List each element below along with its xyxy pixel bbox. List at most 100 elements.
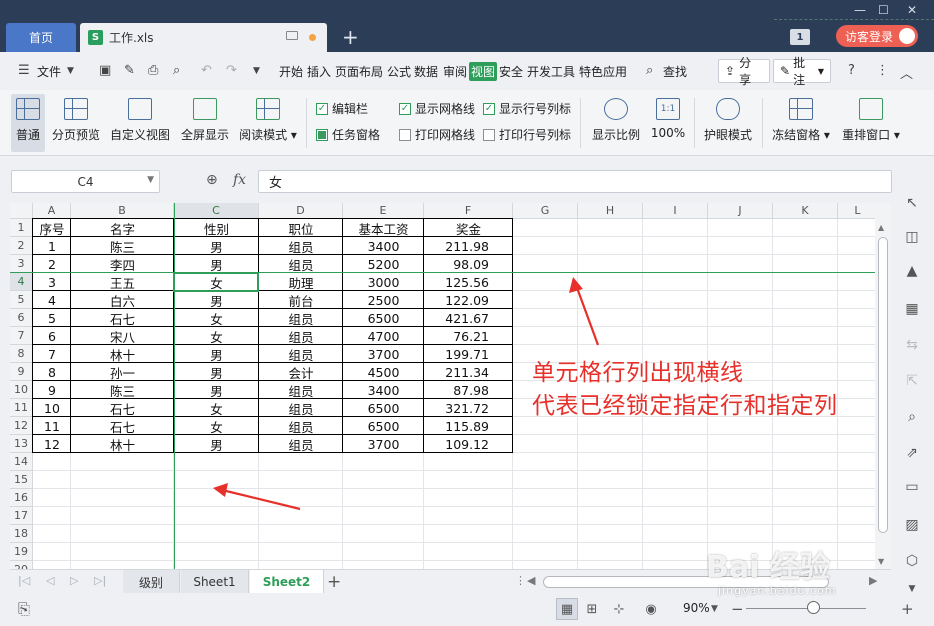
window-count-badge[interactable]: 1	[790, 29, 810, 45]
more-icon[interactable]: ⋮	[876, 63, 889, 78]
fx-icon[interactable]: fx	[233, 172, 246, 188]
page-break-preview-button[interactable]: 分页预览	[50, 94, 102, 152]
scroll-left-icon[interactable]: ◀	[527, 574, 535, 587]
zoom-slider-knob[interactable]	[807, 601, 820, 614]
menu-special[interactable]: 特色应用	[579, 63, 627, 80]
hscroll-handle-icon[interactable]: ⋮	[515, 574, 526, 587]
tab-home[interactable]: 首页	[6, 23, 76, 52]
worksheet-grid[interactable]: ABCDEFGHIJKL 1 2 3 4 5 6 7 8 9 10 11 12 13 14 15 16 17 18…	[10, 203, 891, 569]
hamburger-icon[interactable]: ☰	[18, 63, 30, 78]
zoom-slider-track[interactable]	[746, 608, 866, 609]
style-icon[interactable]: ▲	[903, 262, 921, 280]
more-chevron-icon[interactable]: ▼	[253, 66, 260, 76]
help-icon[interactable]: ?	[848, 63, 855, 78]
formula-input[interactable]: 女	[258, 170, 892, 193]
zoom-magnifier-icon[interactable]: ⊕	[206, 172, 218, 188]
export-icon[interactable]: ⇱	[903, 372, 921, 390]
name-box[interactable]: C4 ▼	[11, 170, 160, 193]
maximize-icon[interactable]: ☐	[878, 3, 889, 17]
arrange-windows-label: 重排窗口 ▾	[842, 128, 900, 142]
collapse-ribbon-icon[interactable]: ︿	[900, 63, 913, 82]
cursor-icon[interactable]: ↖	[903, 194, 921, 212]
image-icon[interactable]: ▨	[903, 516, 921, 534]
vertical-scrollbar[interactable]: ▲ ▼	[875, 203, 891, 569]
normal-view-button[interactable]: 普通	[11, 94, 45, 152]
zoom-in-icon[interactable]: +	[901, 600, 914, 618]
menu-formula[interactable]: 公式	[387, 63, 411, 80]
arrange-windows-button[interactable]: 重排窗口 ▾	[840, 94, 902, 152]
custom-view-button[interactable]: 自定义视图	[109, 94, 171, 152]
monitor-icon[interactable]	[286, 31, 298, 40]
menu-security[interactable]: 安全	[499, 63, 523, 80]
menu-start[interactable]: 开始	[279, 63, 303, 80]
search-icon[interactable]: ⌕	[646, 63, 653, 78]
first-sheet-icon[interactable]: |◁	[18, 574, 30, 587]
fullscreen-button[interactable]: 全屏显示	[179, 94, 231, 152]
minimize-icon[interactable]: —	[854, 3, 866, 17]
menu-review[interactable]: 审阅	[443, 63, 467, 80]
sheet-tab-sheet2[interactable]: Sheet2	[250, 570, 324, 594]
macro-record-icon[interactable]: ⎘	[18, 600, 30, 618]
shield-icon[interactable]: ⬡	[903, 552, 921, 570]
zoom-100-button[interactable]: 1:1 100%	[650, 94, 686, 152]
zoom-ratio-button[interactable]: 显示比例	[590, 94, 642, 152]
sheet-tab-level[interactable]: 级别	[123, 570, 180, 594]
zoom-level[interactable]: 90%	[683, 601, 710, 615]
menu-search[interactable]: 查找	[663, 63, 687, 80]
menu-developer[interactable]: 开发工具	[527, 63, 575, 80]
print-headings-checkbox[interactable]: 打印行号列标	[483, 126, 571, 143]
table-icon[interactable]: ▦	[903, 300, 921, 318]
scroll-down-icon[interactable]: ▼	[878, 557, 884, 566]
normal-view-label: 普通	[15, 128, 40, 142]
normal-view-icon[interactable]: ▦	[556, 598, 578, 620]
formula-bar-checkbox[interactable]: ✓ 编辑栏	[316, 100, 368, 117]
eye-care-icon[interactable]: ◉	[640, 598, 662, 620]
menu-page-layout[interactable]: 页面布局	[335, 63, 383, 80]
scroll-up-icon[interactable]: ▲	[878, 223, 884, 232]
chevron-down-icon[interactable]: ▼	[147, 175, 154, 185]
scroll-right-icon[interactable]: ▶	[869, 574, 877, 587]
share-button[interactable]: ⇪ 分享	[718, 56, 770, 87]
freeze-panes-button[interactable]: 冻结窗格 ▾	[771, 94, 831, 152]
find-icon[interactable]: ⌕	[903, 408, 921, 426]
reading-mode-button[interactable]: 阅读模式 ▾	[238, 94, 298, 152]
last-sheet-icon[interactable]: ▷|	[94, 574, 106, 587]
shapes-icon[interactable]: ◫	[903, 228, 921, 246]
print-icon[interactable]: ⎙	[148, 63, 158, 78]
ribbon-divider	[762, 98, 763, 148]
new-tab-button[interactable]: +	[342, 25, 359, 49]
next-sheet-icon[interactable]: ▷	[70, 574, 78, 587]
comment-button[interactable]: ✎ 批注 ▼	[773, 56, 831, 87]
menu-insert[interactable]: 插入	[307, 63, 331, 80]
undo-icon[interactable]: ↶	[201, 63, 212, 78]
tab-workbook[interactable]: S 工作.xls	[80, 23, 327, 52]
share-out-icon[interactable]: ⇗	[903, 444, 921, 462]
prev-sheet-icon[interactable]: ◁	[46, 574, 54, 587]
chevron-down-icon[interactable]: ▼	[711, 604, 718, 614]
close-icon[interactable]: ✕	[907, 3, 917, 17]
page-break-view-icon[interactable]: ⊞	[581, 598, 603, 620]
brush-icon[interactable]: ✎	[124, 63, 135, 78]
menu-data[interactable]: 数据	[414, 63, 438, 80]
page-layout-view-icon[interactable]: ⊹	[608, 598, 630, 620]
archive-icon[interactable]: ▭	[903, 478, 921, 496]
show-gridlines-checkbox[interactable]: ✓ 显示网格线	[399, 100, 475, 117]
chevron-down-icon[interactable]: ▼	[67, 66, 74, 76]
eye-icon	[716, 98, 740, 120]
sheet-tab-sheet1[interactable]: Sheet1	[181, 570, 249, 594]
add-sheet-button[interactable]: +	[327, 572, 341, 592]
menu-file[interactable]: 文件	[37, 63, 61, 80]
menu-view[interactable]: 视图	[469, 62, 498, 81]
eye-mode-button[interactable]: 护眼模式	[702, 94, 754, 152]
task-pane-checkbox[interactable]: 任务窗格	[316, 126, 380, 143]
guest-login-button[interactable]: 访客登录	[836, 25, 918, 47]
sort-icon[interactable]: ⇆	[903, 336, 921, 354]
print-preview-icon[interactable]: ⌕	[173, 63, 180, 78]
vertical-scroll-thumb[interactable]	[878, 237, 888, 533]
zoom-out-icon[interactable]: −	[731, 600, 744, 618]
save-icon[interactable]: ▣	[99, 63, 111, 78]
print-gridlines-checkbox[interactable]: 打印网格线	[399, 126, 475, 143]
checkbox-filled-icon	[316, 128, 328, 141]
redo-icon[interactable]: ↷	[226, 63, 237, 78]
show-headings-checkbox[interactable]: ✓ 显示行号列标	[483, 100, 571, 117]
